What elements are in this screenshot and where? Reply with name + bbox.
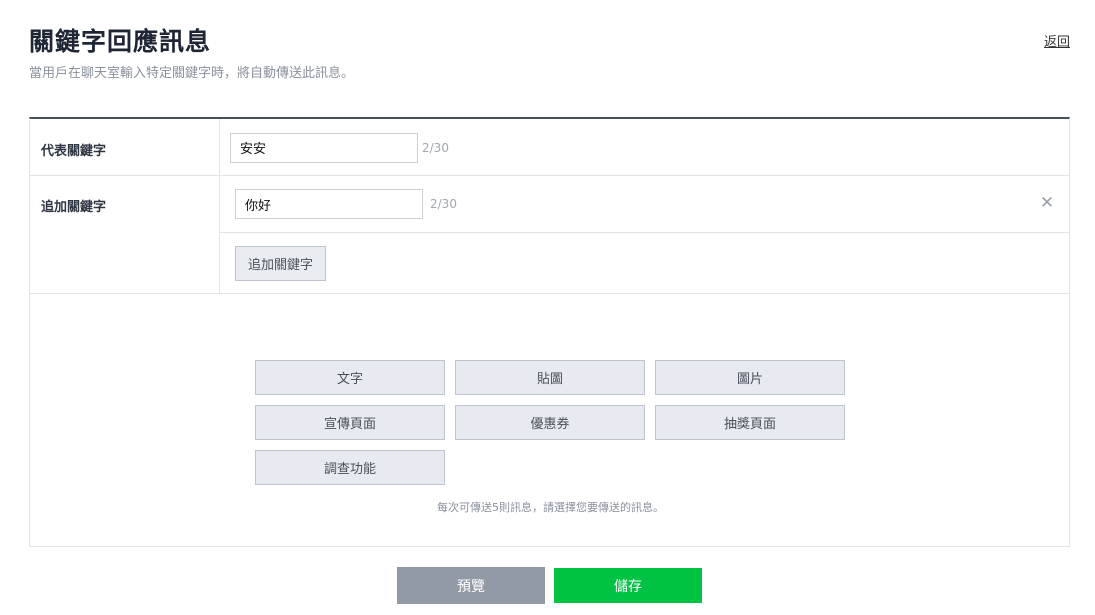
primary-keyword-label: 代表關鍵字 <box>30 119 220 175</box>
additional-keyword-body: 2/30 ✕ 追加關鍵字 <box>220 176 1069 293</box>
additional-keyword-item: 2/30 ✕ <box>220 176 1069 233</box>
coupon-button[interactable]: 優惠券 <box>455 405 645 440</box>
primary-keyword-body: 2/30 <box>220 119 1069 175</box>
primary-keyword-input[interactable] <box>230 132 418 163</box>
primary-keyword-counter: 2/30 <box>422 140 449 155</box>
keyword-form-table: 代表關鍵字 2/30 追加關鍵字 2/30 ✕ 追加關鍵字 <box>29 117 1070 294</box>
add-keyword-button[interactable]: 追加關鍵字 <box>235 246 327 281</box>
primary-keyword-row: 代表關鍵字 2/30 <box>30 119 1069 176</box>
page-subtitle: 當用戶在聊天室輸入特定關鍵字時，將自動傳送此訊息。 <box>29 66 355 81</box>
sticker-message-button[interactable]: 貼圖 <box>455 360 645 395</box>
additional-keyword-counter: 2/30 <box>430 197 457 211</box>
promo-page-button[interactable]: 宣傳頁面 <box>255 405 445 440</box>
lottery-page-button[interactable]: 抽獎頁面 <box>655 405 845 440</box>
back-link[interactable]: 返回 <box>1044 31 1070 50</box>
save-button[interactable]: 儲存 <box>554 568 702 603</box>
message-content-area: 文字 貼圖 圖片 宣傳頁面 優惠券 抽獎頁面 調查功能 每次可傳送5則訊息，請選… <box>29 293 1070 547</box>
additional-keyword-input[interactable] <box>235 189 423 219</box>
preview-button[interactable]: 預覽 <box>397 567 545 604</box>
page-title: 關鍵字回應訊息 <box>29 27 212 56</box>
message-limit-hint: 每次可傳送5則訊息，請選擇您要傳送的訊息。 <box>437 501 664 514</box>
additional-keyword-row: 追加關鍵字 2/30 ✕ 追加關鍵字 <box>30 176 1069 294</box>
text-message-button[interactable]: 文字 <box>255 360 445 395</box>
primary-keyword-field-line: 2/30 <box>220 119 1069 176</box>
image-message-button[interactable]: 圖片 <box>655 360 845 395</box>
close-icon[interactable]: ✕ <box>1039 195 1055 212</box>
add-keyword-line: 追加關鍵字 <box>220 233 1069 293</box>
survey-button[interactable]: 調查功能 <box>255 450 445 485</box>
additional-keyword-label: 追加關鍵字 <box>30 176 220 293</box>
